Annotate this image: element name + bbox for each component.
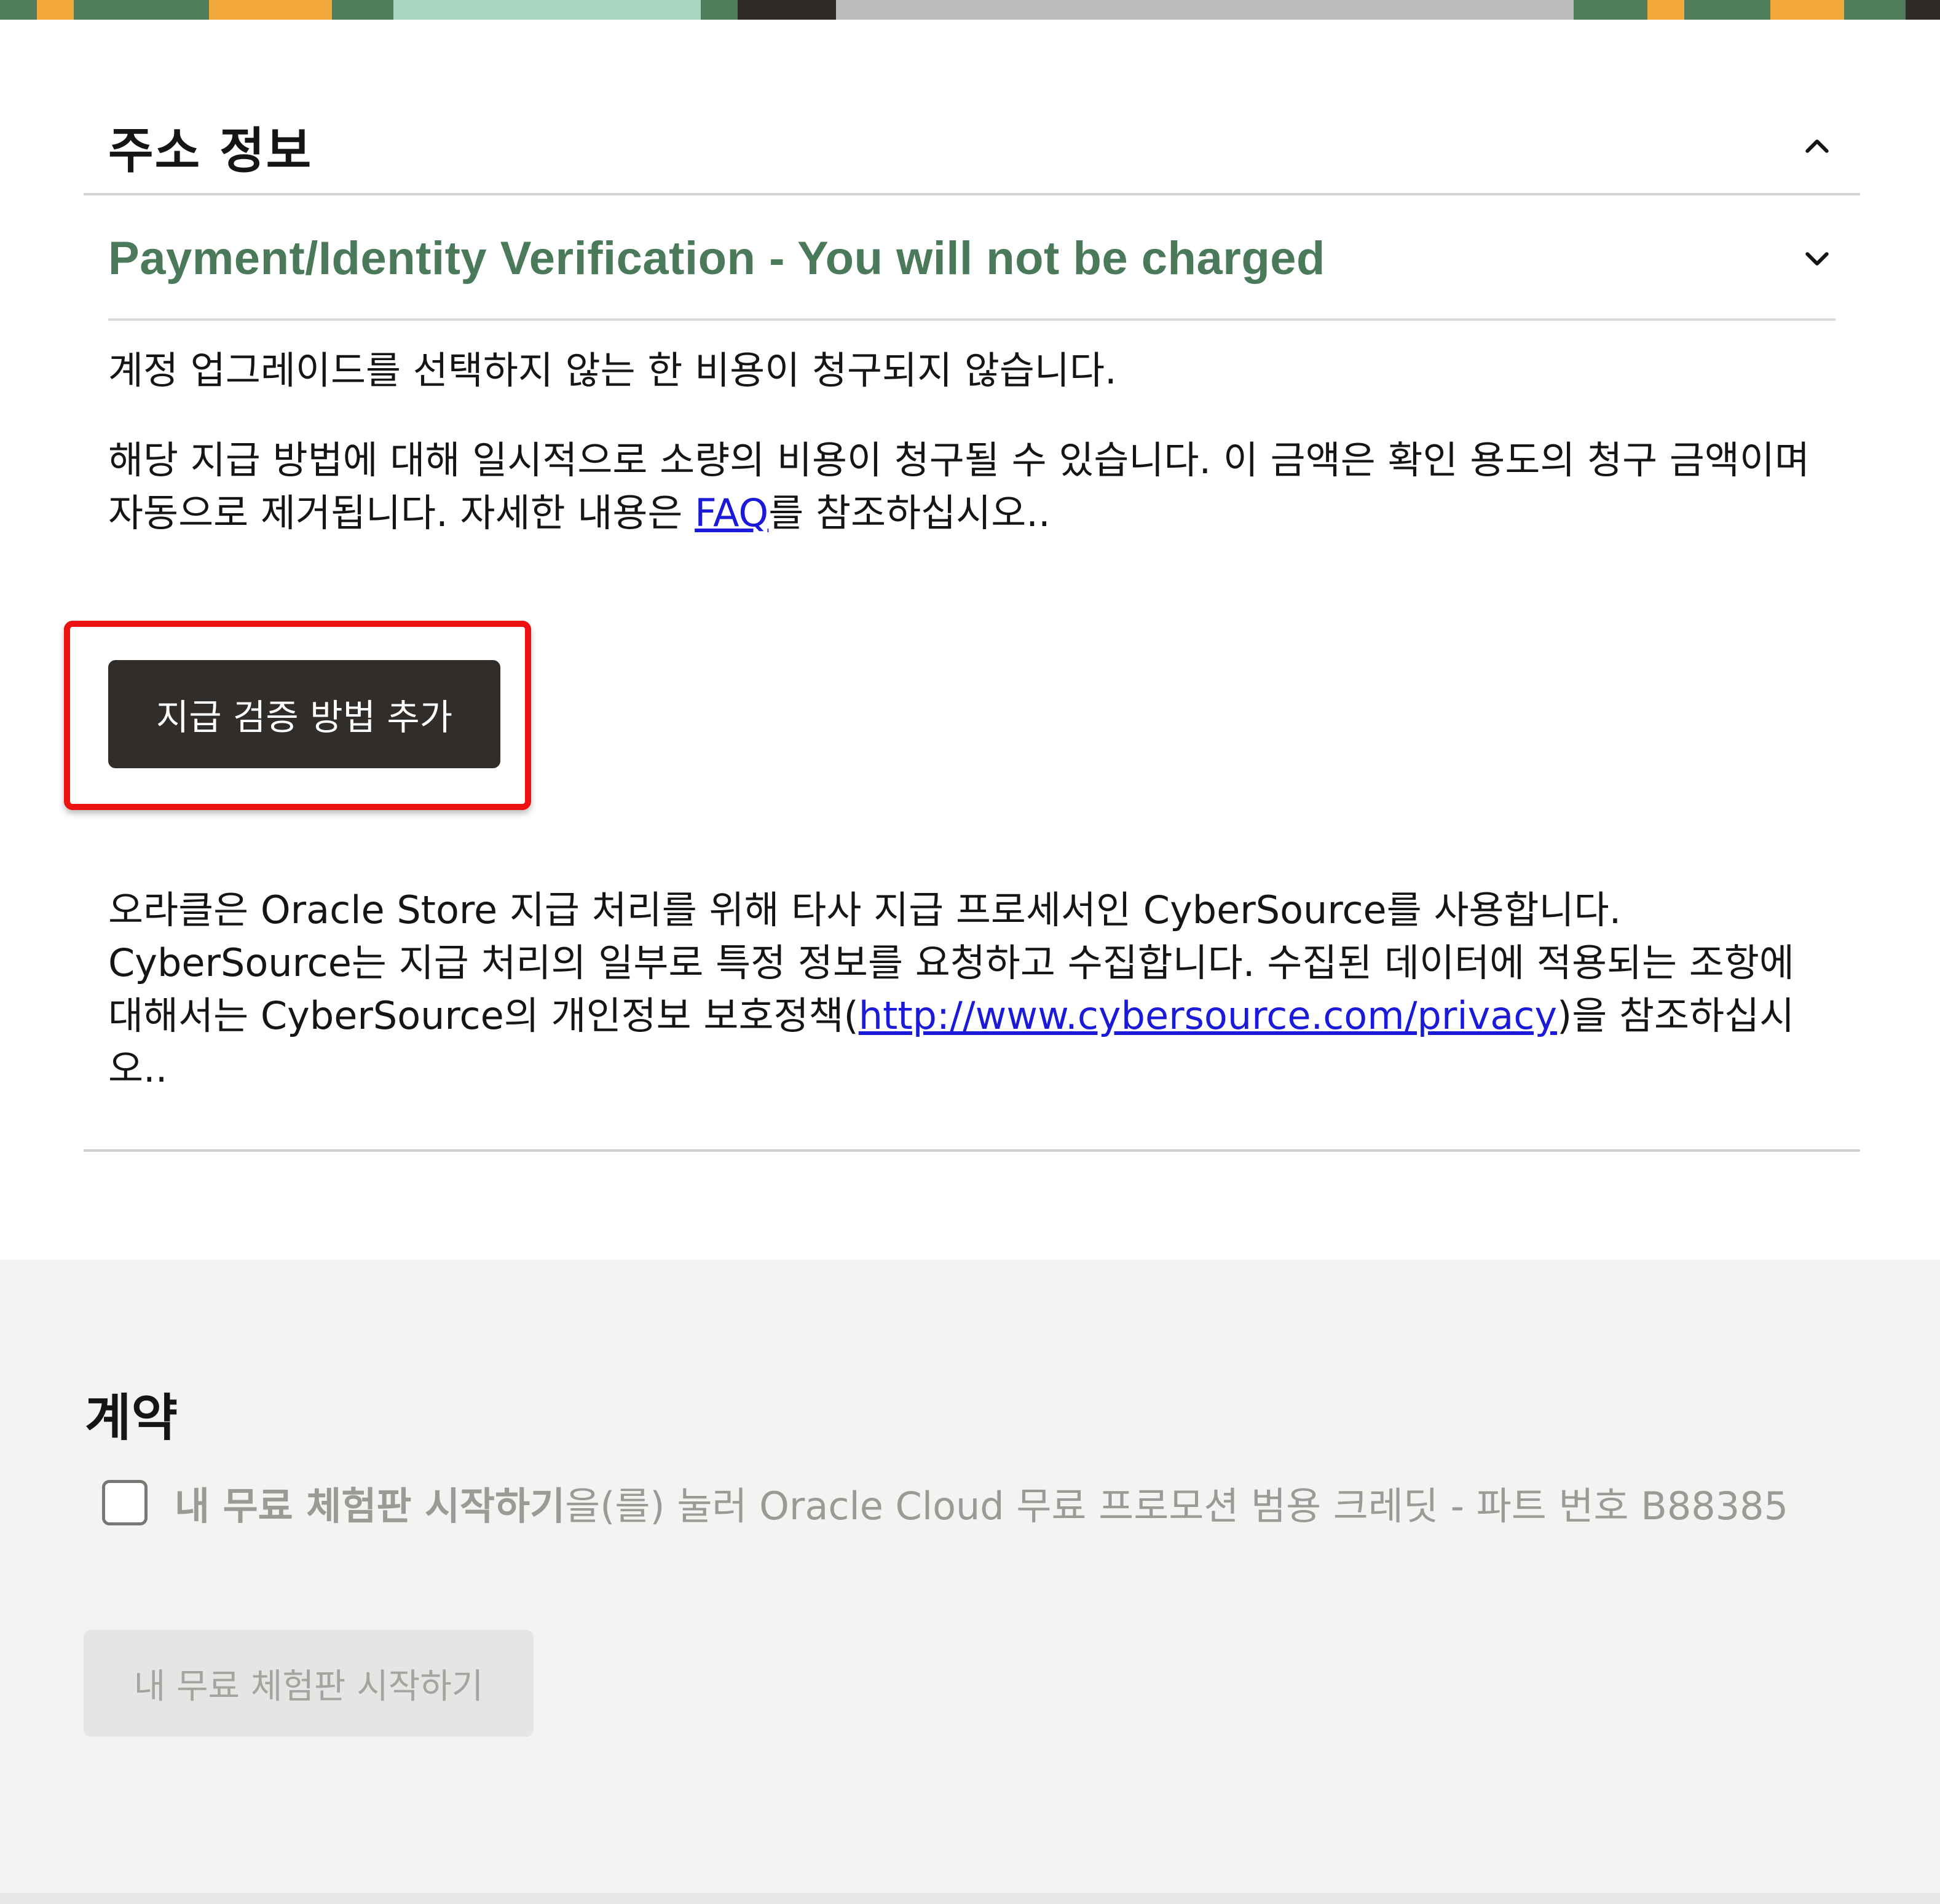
payment-section-title: Payment/Identity Verification - You will… [108, 232, 1325, 285]
start-free-trial-button[interactable]: 내 무료 체험판 시작하기 [84, 1630, 534, 1737]
chevron-up-icon[interactable] [1799, 128, 1836, 165]
contract-section-title: 계약 [85, 1389, 178, 1447]
contract-section: 계약 내 무료 체험판 시작하기을(를) 눌러 Oracle Cloud 무료 … [0, 1260, 1940, 1893]
agreement-label: 내 무료 체험판 시작하기을(를) 눌러 Oracle Cloud 무료 프로모… [175, 1475, 1788, 1530]
agreement-checkbox-row[interactable]: 내 무료 체험판 시작하기을(를) 눌러 Oracle Cloud 무료 프로모… [102, 1475, 1788, 1530]
temporary-charge-text: 해당 지급 방법에 대해 일시적으로 소량의 비용이 청구될 수 있습니다. 이… [108, 434, 1829, 540]
bottom-edge [0, 1893, 1940, 1904]
add-payment-method-button[interactable]: 지급 검증 방법 추가 [108, 660, 500, 768]
payment-processor-text: 오라클은 Oracle Store 지급 처리를 위해 타사 지급 프로세서인 … [108, 884, 1829, 1095]
privacy-policy-link[interactable]: http://www.cybersource.com/privacy [859, 993, 1557, 1038]
no-charge-notice: 계정 업그레이드를 선택하지 않는 한 비용이 청구되지 않습니다. [108, 348, 1117, 393]
agreement-label-text: 을(를) 눌러 Oracle Cloud 무료 프로모션 범용 크레딧 - 파트… [565, 1484, 1789, 1528]
section-divider [84, 1149, 1860, 1152]
decorative-banner [0, 0, 1940, 20]
agreement-checkbox[interactable] [102, 1480, 148, 1525]
address-section-header[interactable]: 주소 정보 [84, 101, 1860, 195]
chevron-down-icon[interactable] [1799, 240, 1836, 277]
payment-section-header[interactable]: Payment/Identity Verification - You will… [108, 198, 1836, 321]
temporary-charge-suffix: 를 참조하십시오.. [768, 490, 1051, 535]
address-section-title: 주소 정보 [108, 122, 313, 179]
faq-link[interactable]: FAQ [695, 490, 768, 535]
agreement-label-bold: 내 무료 체험판 시작하기 [175, 1484, 566, 1528]
